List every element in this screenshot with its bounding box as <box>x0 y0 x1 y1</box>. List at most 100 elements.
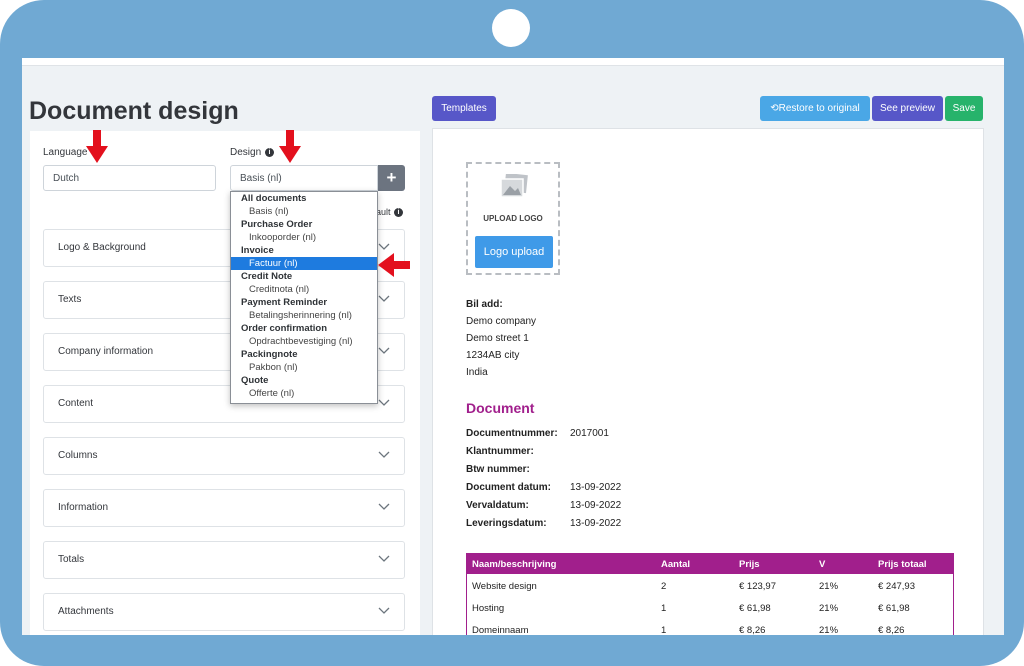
table-cell: Domeinnaam <box>472 625 529 635</box>
annotation-arrow-icon <box>279 130 301 163</box>
dropdown-option[interactable]: Basis (nl) <box>231 205 377 218</box>
table-cell: 21% <box>819 603 839 614</box>
dropdown-group-label: Packingnote <box>241 349 298 360</box>
table-cell: 21% <box>819 581 839 592</box>
info-icon[interactable]: i <box>394 208 404 218</box>
design-dropdown: All documents Basis (nl) Purchase Order Ink… <box>230 191 378 404</box>
dropdown-group-label: Purchase Order <box>241 219 313 230</box>
section-label: Attachments <box>58 606 114 617</box>
table-cell: € 61,98 <box>739 603 771 614</box>
top-strip <box>22 58 1004 66</box>
dropdown-option[interactable]: Offerte (nl) <box>231 387 377 400</box>
chevron-down-icon <box>378 503 390 510</box>
dropdown-group-label: Order confirmation <box>241 323 328 334</box>
meta-key: Klantnummer: <box>466 446 534 457</box>
line-items-table: Naam/beschrijving Aantal Prijs V Prijs totaa… <box>466 553 954 635</box>
document-heading: Document <box>466 400 535 416</box>
restore-label: Restore to original <box>778 103 860 114</box>
column-header: V <box>819 559 826 570</box>
page-title: Document design <box>29 97 239 125</box>
address-line: Bil add: <box>466 299 503 310</box>
table-cell: € 8,26 <box>739 625 766 635</box>
table-cell: 2 <box>661 581 667 592</box>
accordion-section[interactable]: Totals <box>43 541 405 579</box>
section-label: Texts <box>58 294 82 305</box>
tablet-frame: Document design Language Dutch Design i … <box>0 0 1024 666</box>
meta-key: Documentnummer: <box>466 428 558 439</box>
dropdown-option[interactable]: Inkooporder (nl) <box>231 231 377 244</box>
accordion-section[interactable]: Columns <box>43 437 405 475</box>
annotation-arrow-icon <box>378 253 410 277</box>
dropdown-group-label: All documents <box>241 193 307 204</box>
meta-key: Document datum: <box>466 482 551 493</box>
save-button[interactable]: Save <box>945 96 983 121</box>
see-preview-button[interactable]: See preview <box>872 96 943 121</box>
address-line: 1234AB city <box>466 350 520 361</box>
address-line: Demo street 1 <box>466 333 529 344</box>
table-cell: € 8,26 <box>878 625 905 635</box>
section-label: Information <box>58 502 109 513</box>
column-header: Prijs totaal <box>878 559 927 570</box>
design-label-text: Design <box>230 147 262 158</box>
meta-key: Vervaldatum: <box>466 500 529 511</box>
column-header: Naam/beschrijving <box>472 559 557 570</box>
dropdown-group-label: Payment Reminder <box>241 297 328 308</box>
restore-button[interactable]: ⟲Restore to original <box>760 96 870 121</box>
document-preview: UPLOAD LOGO Logo upload Bil add: Demo com… <box>432 128 984 635</box>
meta-value: 13-09-2022 <box>570 500 622 511</box>
camera-dot <box>492 9 530 47</box>
logo-upload-button[interactable]: Logo upload <box>475 236 553 268</box>
column-header: Aantal <box>661 559 691 570</box>
section-label: Totals <box>58 554 85 565</box>
dropdown-group-label: Quote <box>241 375 269 386</box>
dropdown-group-label: Credit Note <box>241 271 293 282</box>
templates-button[interactable]: Templates <box>432 96 496 121</box>
language-select[interactable]: Dutch <box>43 165 216 191</box>
design-select[interactable]: Basis (nl) <box>230 165 378 191</box>
dropdown-group-label: Invoice <box>241 245 274 256</box>
chevron-down-icon <box>378 555 390 562</box>
address-line: Demo company <box>466 316 537 327</box>
chevron-down-icon <box>378 607 390 614</box>
dropdown-option[interactable]: Opdrachtbevestiging (nl) <box>231 335 377 348</box>
accordion-section[interactable]: Attachments <box>43 593 405 631</box>
image-icon <box>500 174 528 198</box>
table-cell: Website design <box>472 581 537 592</box>
dropdown-option[interactable]: Pakbon (nl) <box>231 361 377 374</box>
annotation-arrow-icon <box>86 130 108 163</box>
undo-icon: ⟲ <box>770 103 779 114</box>
dropdown-option[interactable]: Factuur (nl) <box>231 257 377 270</box>
chevron-down-icon <box>378 295 390 302</box>
info-icon[interactable]: i <box>264 147 274 157</box>
design-label: Design i <box>230 147 274 158</box>
chevron-down-icon <box>378 451 390 458</box>
section-label: Content <box>58 398 94 409</box>
section-label: Logo & Background <box>58 242 146 253</box>
upload-logo-text: UPLOAD LOGO <box>483 214 543 223</box>
meta-value: 13-09-2022 <box>570 518 622 529</box>
table-cell: € 123,97 <box>739 581 776 592</box>
logo-dropzone[interactable]: UPLOAD LOGO Logo upload <box>466 162 560 275</box>
column-header: Prijs <box>739 559 760 570</box>
dropdown-option[interactable]: Creditnota (nl) <box>231 283 377 296</box>
table-cell: 21% <box>819 625 839 635</box>
add-design-button[interactable]: + <box>378 165 405 191</box>
table-cell: 1 <box>661 625 667 635</box>
table-cell: 1 <box>661 603 667 614</box>
chevron-down-icon <box>378 347 390 354</box>
table-cell: € 61,98 <box>878 603 910 614</box>
table-cell: € 247,93 <box>878 581 915 592</box>
table-header: Naam/beschrijving Aantal Prijs V Prijs totaa… <box>467 554 953 574</box>
language-label: Language <box>43 147 88 158</box>
section-label: Columns <box>58 450 98 461</box>
app-screen: Document design Language Dutch Design i … <box>22 58 1004 635</box>
accordion-section[interactable]: Information <box>43 489 405 527</box>
section-label: Company information <box>58 346 154 357</box>
meta-value: 2017001 <box>570 428 609 439</box>
meta-value: 13-09-2022 <box>570 482 622 493</box>
address-line: India <box>466 367 488 378</box>
table-cell: Hosting <box>472 603 505 614</box>
meta-key: Leveringsdatum: <box>466 518 547 529</box>
dropdown-option[interactable]: Betalingsherinnering (nl) <box>231 309 377 322</box>
default-label: ault i <box>376 207 404 218</box>
